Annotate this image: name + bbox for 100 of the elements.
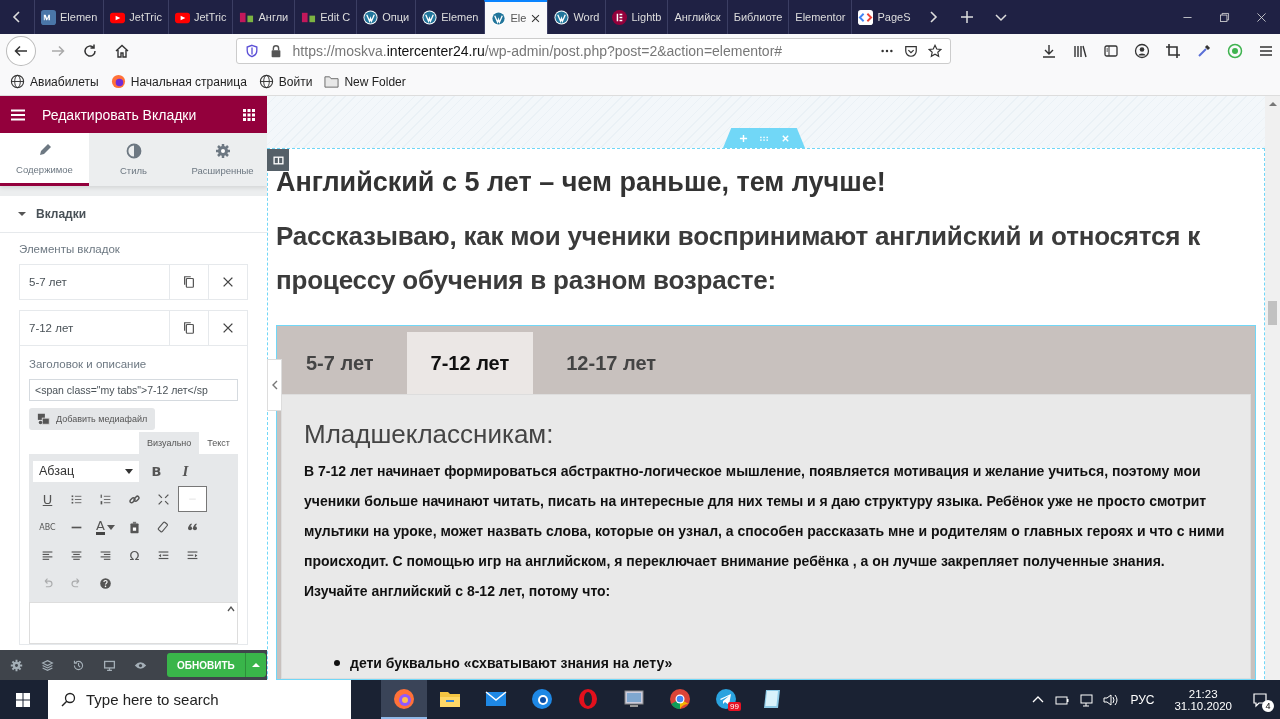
- color-button[interactable]: A: [91, 514, 120, 540]
- underline-button[interactable]: U: [33, 486, 62, 512]
- fullscreen-icon: [157, 492, 170, 506]
- title-input[interactable]: <span class="my tabs">7-12 лет</sp: [29, 379, 238, 401]
- caret-icon: [125, 467, 133, 475]
- firefox-icon: [530, 686, 554, 711]
- caret-icon: [106, 523, 115, 531]
- copy-icon: [182, 321, 196, 335]
- format-select[interactable]: Абзац: [33, 460, 139, 482]
- menu-icon[interactable]: [1258, 43, 1274, 59]
- repeater-item[interactable]: 7-12 лет: [20, 311, 169, 345]
- caret-up-icon: [251, 661, 260, 669]
- omega-button[interactable]: Ω: [120, 542, 149, 568]
- clock[interactable]: 21:23 31.10.2020: [1166, 680, 1240, 719]
- column-handle[interactable]: [267, 149, 289, 171]
- paragraph: В 7-12 лет начинает формироваться абстрактно-логическое мышление, появляется мотивация и желание учиться, поэтому мои ученики больше начинают читать, писать на интересные для них темы и я даю структуру языка. Ребёнок уже не просто смотрит мультики на уроке, может назвать слова, которые он узнал, а способен рассказать мне и родителям о главных героях и что с ними происходит. С помощью игр на английском, я переключает внимание ребёнка , а он лучше закрепляет полученные знания. Изучайте английский с 8-12 лет, потому что:: [304, 462, 1226, 601]
- content-tab[interactable]: 12-17 лет: [542, 332, 681, 394]
- wordpress-icon: [554, 9, 570, 25]
- close-icon[interactable]: [1255, 10, 1268, 24]
- link-icon: [128, 492, 141, 506]
- download-icon[interactable]: [1041, 43, 1057, 59]
- page-heading: Английский с 5 лет – чем раньше, тем лучше!: [276, 166, 887, 199]
- restore-icon[interactable]: [1218, 10, 1231, 24]
- reload-icon[interactable]: [81, 43, 98, 59]
- caret-icon: [18, 210, 26, 218]
- eraser-icon: [157, 520, 170, 534]
- scrollbar[interactable]: [1265, 96, 1280, 680]
- repeater-label: Элементы вкладок: [19, 243, 121, 255]
- url-text: https://moskva.intercenter24.ru/wp-admin/post.php?post=2&action=elementor#: [292, 43, 783, 59]
- add-media-button[interactable]: Добавить медиафайл: [29, 408, 156, 430]
- shield-icon: [244, 44, 259, 58]
- address-bar[interactable]: https://moskva.intercenter24.ru/wp-admin/post.php?post=2&action=elementor#: [235, 38, 951, 64]
- field-label: Заголовок и описание: [29, 358, 148, 370]
- close-icon: [221, 275, 235, 289]
- vk-icon: [41, 9, 56, 25]
- search-field[interactable]: Type here to search: [48, 680, 351, 719]
- indent-icon: [186, 548, 199, 562]
- history-icon[interactable]: [72, 658, 85, 672]
- content-tab[interactable]: 5-7 лет: [282, 332, 398, 394]
- account-icon[interactable]: [1134, 43, 1150, 59]
- notifications-button[interactable]: 4: [1240, 680, 1280, 719]
- wordpress-icon: [422, 9, 438, 25]
- chrome-icon: [668, 686, 692, 711]
- telegram-icon: [714, 686, 738, 711]
- elementor-icon: [612, 9, 628, 25]
- opera-icon: [576, 686, 600, 711]
- help-icon: [99, 576, 112, 590]
- pocket-icon[interactable]: [904, 44, 918, 58]
- globe-icon: [10, 74, 25, 89]
- grid-icon[interactable]: [241, 106, 257, 123]
- unread-badge: 99: [728, 702, 741, 711]
- bold-button[interactable]: B: [142, 458, 171, 484]
- content-tab[interactable]: 7-12 лет: [406, 332, 534, 394]
- browser-tab[interactable]: Ele: [484, 0, 548, 34]
- caret-up-icon[interactable]: [227, 605, 235, 613]
- section-toggle[interactable]: Вкладки: [0, 196, 267, 233]
- editor-tab[interactable]: Визуально: [138, 432, 200, 454]
- align-right-icon: [99, 548, 112, 562]
- bookmark-item[interactable]: Начальная страница: [110, 74, 247, 89]
- layers-icon[interactable]: [41, 658, 54, 672]
- eyedropper-icon[interactable]: [1196, 43, 1212, 59]
- bookmark-item[interactable]: Авиабилеты: [10, 74, 99, 89]
- panel-collapse-handle[interactable]: [267, 359, 282, 411]
- firefox-icon: [392, 686, 416, 711]
- back-button[interactable]: [6, 36, 36, 66]
- paste-icon: [128, 520, 141, 534]
- numbers-icon: [99, 492, 112, 506]
- library-icon[interactable]: [1072, 43, 1088, 59]
- panel-tab[interactable]: Расширенные: [178, 133, 267, 186]
- bookmark-item[interactable]: New Folder: [324, 74, 406, 89]
- folder-icon: [324, 74, 340, 89]
- list-item: дети буквально «схватывают знания на лету»: [350, 654, 673, 673]
- record-icon[interactable]: [1227, 43, 1243, 59]
- sidebar-icon[interactable]: [1103, 43, 1119, 59]
- windows-icon[interactable]: [15, 691, 31, 708]
- home-icon[interactable]: [113, 43, 130, 59]
- settings-icon: [214, 143, 231, 159]
- arrow-left-icon: [12, 43, 29, 59]
- bookmark-item[interactable]: Войти: [258, 74, 313, 89]
- update-options-button[interactable]: [244, 653, 266, 677]
- volume-icon[interactable]: [1102, 691, 1119, 708]
- network-icon[interactable]: [1078, 691, 1095, 708]
- close-icon[interactable]: [530, 12, 542, 24]
- wordpress-icon: [491, 10, 507, 26]
- media-icon: [37, 412, 51, 426]
- page-subheading: Рассказываю, как мои ученики воспринимают английский и относятся к процессу обучения в разном возрасте:: [276, 220, 1202, 297]
- panel-tab[interactable]: Стиль: [89, 133, 178, 186]
- toolbar-toggle-button[interactable]: [178, 486, 207, 512]
- crop-icon[interactable]: [1165, 43, 1181, 59]
- panel-tab[interactable]: Содержимое: [0, 133, 89, 186]
- taskbar-app[interactable]: 99: [703, 680, 749, 719]
- settings-icon[interactable]: [10, 658, 23, 672]
- language-indicator[interactable]: РУС: [1130, 692, 1155, 707]
- bullet-icon: [334, 660, 340, 666]
- outdent-icon: [157, 548, 170, 562]
- italic-button[interactable]: I: [171, 458, 200, 484]
- monitor-icon[interactable]: [103, 658, 116, 672]
- star-icon[interactable]: [928, 44, 942, 58]
- strike-button[interactable]: ABC: [33, 514, 62, 540]
- plus-icon[interactable]: [959, 9, 976, 25]
